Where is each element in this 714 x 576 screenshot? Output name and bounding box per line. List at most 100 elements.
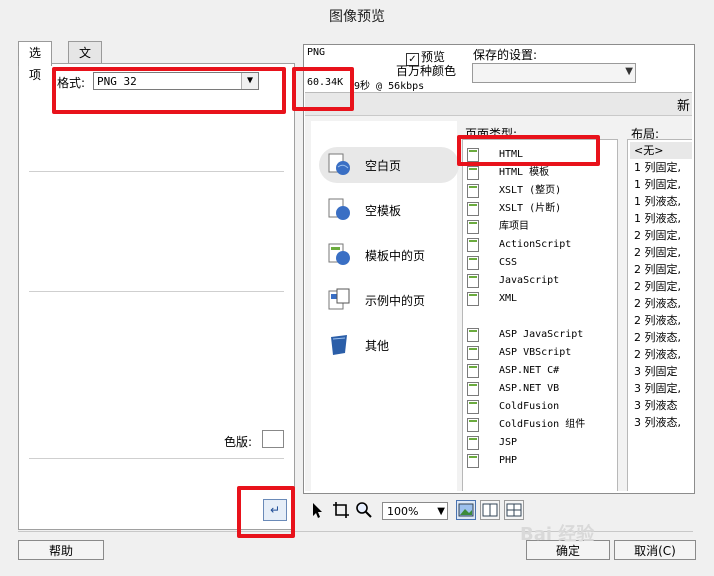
zoom-value: 100% [387,505,419,518]
layout-item[interactable]: 3 列固定, [634,380,681,397]
palette-label: 色版: [224,435,253,449]
layout-item[interactable]: 2 列液态, [634,295,681,312]
cancel-button[interactable]: 取消(C) [614,540,696,560]
page-type-label: ColdFusion 组件 [499,419,586,430]
file-icon [467,274,479,288]
page-type-label: JSP [499,437,518,448]
watermark: Bai 经验 [520,524,595,545]
layout-item[interactable]: 1 列固定, [634,159,681,176]
page-type-item[interactable]: JavaScript [467,272,617,290]
page-type-item[interactable]: ColdFusion [467,398,617,416]
window-title: 图像预览 [329,9,385,25]
page-type-label: PHP [499,455,518,466]
page-type-label: CSS [499,257,518,268]
zoom-select[interactable]: 100% ▼ [382,502,448,520]
category-column: 空白页 空模板 模板中的页 示例中的页 其他 [311,121,459,491]
pointer-tool[interactable] [307,500,327,520]
layout-item[interactable]: 2 列固定, [634,261,681,278]
page-type-item[interactable]: ASP.NET VB [467,380,617,398]
category-page-from-sample[interactable]: 示例中的页 [319,282,459,318]
page-type-item[interactable]: PHP [467,452,617,470]
page-type-label: XSLT (片断) [499,203,562,214]
page-type-label: ActionScript [499,239,572,250]
page-type-item[interactable]: ASP.NET C# [467,362,617,380]
page-type-label: 库项目 [499,221,529,232]
layout-item[interactable]: 2 列液态, [634,329,681,346]
layout-item[interactable]: 2 列液态, [634,346,681,363]
layout-item[interactable]: 3 列液态, [634,414,681,431]
page-type-label: HTML 模板 [499,167,550,178]
view-single-button[interactable] [456,500,476,520]
layout-item[interactable]: 1 列液态, [634,210,681,227]
category-other[interactable]: 其他 [319,327,459,363]
split-four-icon [506,503,522,517]
category-label: 空白页 [365,159,402,173]
tab-options[interactable]: 选项 [18,41,53,82]
color-mode-text: 百万种颜色 [396,64,457,78]
callout-export-button [237,486,295,538]
layout-item[interactable]: <无> [630,142,692,159]
page-type-item[interactable]: ColdFusion 组件 [467,416,617,434]
file-icon [467,256,479,270]
file-icon [467,184,479,198]
page-type-item[interactable]: ASP JavaScript [467,326,617,344]
crop-tool[interactable] [331,500,351,520]
file-icon [467,382,479,396]
page-type-label: ASP JavaScript [499,329,584,340]
category-blank-template[interactable]: 空模板 [319,192,459,228]
file-icon [467,292,479,306]
callout-size [292,67,354,111]
other-icon [331,335,347,355]
category-blank-page[interactable]: 空白页 [319,147,459,183]
layout-item[interactable]: 1 列固定, [634,176,681,193]
page-type-label: ASP.NET VB [499,383,560,394]
file-icon [467,400,479,414]
page-type-item[interactable]: 库项目 [467,218,617,236]
view-split-four-button[interactable] [504,500,524,520]
category-label: 示例中的页 [365,294,426,308]
file-icon [467,238,479,252]
layout-item[interactable]: 1 列液态, [634,193,681,210]
template-page-icon [328,243,350,265]
layout-item[interactable]: 2 列固定, [634,227,681,244]
layout-item[interactable]: 3 列固定 [634,363,678,380]
palette-swatch[interactable] [262,430,284,448]
page-type-item[interactable]: JSP [467,434,617,452]
page-type-item[interactable]: XSLT (片断) [467,200,617,218]
layout-item[interactable]: 3 列液态 [634,397,678,414]
inner-header-title: 新 [676,99,690,114]
callout-format [52,67,286,114]
layout-item[interactable]: 2 列固定, [634,244,681,261]
options-panel: 格式: PNG 32 ▼ 色版: [18,63,295,530]
saved-settings-select[interactable]: ▼ [472,63,636,83]
view-split-two-button[interactable] [480,500,500,520]
page-type-item[interactable]: HTML 模板 [467,164,617,182]
page-type-item[interactable]: XML [467,290,617,308]
image-icon [458,503,474,517]
split-two-icon [482,503,498,517]
preview-time: 9秒 @ 56kbps [354,81,425,92]
category-label: 模板中的页 [365,249,426,263]
layout-list[interactable]: <无> 1 列固定, 1 列固定, 1 列液态, 1 列液态, 2 列固定, 2 列固定, 2… [627,139,692,491]
tab-file[interactable]: 文件 [68,41,103,82]
page-type-label: XML [499,293,518,304]
page-type-item[interactable]: ASP VBScript [467,344,617,362]
layout-item[interactable]: 2 列固定, [634,278,681,295]
page-type-item[interactable]: XSLT (整页) [467,182,617,200]
zoom-tool[interactable] [354,500,374,520]
file-icon [467,436,479,450]
category-page-from-template[interactable]: 模板中的页 [319,237,459,273]
layout-item[interactable]: 2 列液态, [634,312,681,329]
page-type-item[interactable]: ActionScript [467,236,617,254]
page-type-label: ColdFusion [499,401,560,412]
file-icon [467,166,479,180]
page-type-list[interactable]: HTML HTML 模板 XSLT (整页) XSLT (片断) 库项目 ActionSc… [462,139,618,491]
sample-page-icon [328,288,350,310]
page-type-item[interactable]: CSS [467,254,617,272]
magnifier-icon [356,502,372,518]
chevron-down-icon[interactable]: ▼ [625,66,633,77]
divider [29,171,284,172]
chevron-down-icon[interactable]: ▼ [437,503,445,521]
divider [29,291,284,292]
help-button[interactable]: 帮助 [18,540,104,560]
